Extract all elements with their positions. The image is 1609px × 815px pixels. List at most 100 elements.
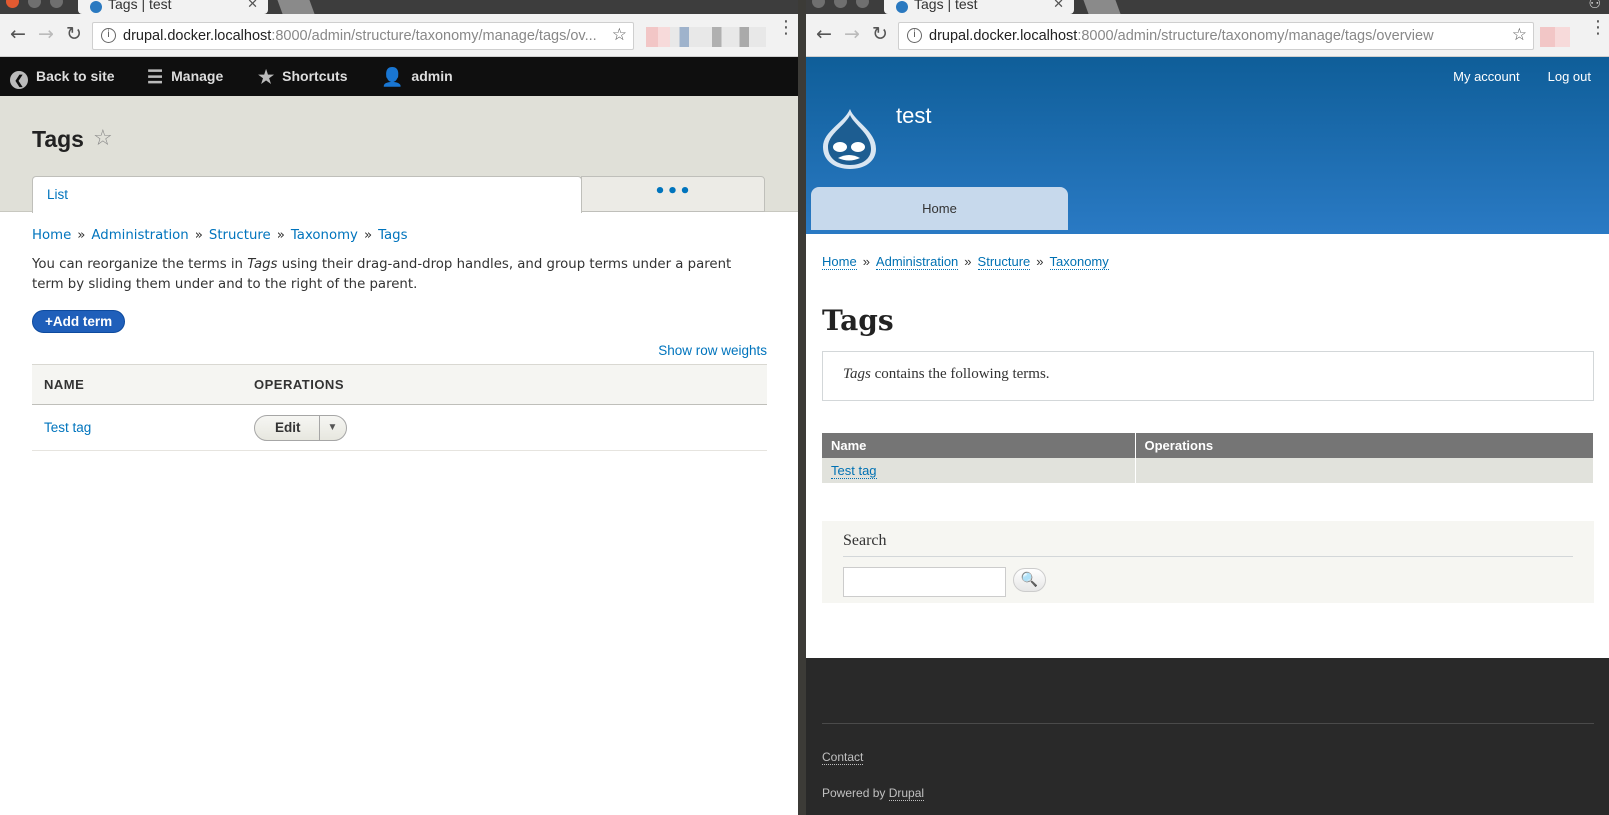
bookmark-star-icon[interactable]: ☆ bbox=[612, 25, 627, 45]
breadcrumb-home[interactable]: Home bbox=[32, 228, 71, 243]
column-header-operations: OPERATIONS bbox=[254, 377, 344, 392]
column-header-operations: Operations bbox=[1135, 433, 1594, 458]
tab-title: Tags | test bbox=[914, 0, 978, 12]
left-browser-window: Tags | test ✕ ← → ↻ i drupal.docker.loca… bbox=[0, 0, 798, 815]
chevron-left-circle-icon: ❮ bbox=[10, 71, 28, 89]
window-close-button[interactable] bbox=[812, 0, 825, 8]
search-button[interactable]: 🔍 bbox=[1013, 568, 1046, 592]
extensions-area[interactable] bbox=[646, 27, 766, 47]
url-text: drupal.docker.localhost:8000/admin/struc… bbox=[929, 28, 1434, 44]
browser-menu-icon[interactable]: ⋮ bbox=[777, 19, 795, 37]
browser-toolbar: ← → ↻ i drupal.docker.localhost:8000/adm… bbox=[0, 14, 798, 57]
browser-tab[interactable]: Tags | test ✕ bbox=[884, 0, 1074, 14]
browser-tab[interactable]: Tags | test ✕ bbox=[78, 0, 268, 14]
favorite-star-icon[interactable]: ☆ bbox=[93, 126, 113, 151]
breadcrumb-administration[interactable]: Administration bbox=[875, 254, 959, 270]
term-link[interactable]: Test tag bbox=[831, 463, 877, 479]
forward-icon[interactable]: → bbox=[840, 22, 864, 46]
address-bar[interactable]: i drupal.docker.localhost:8000/admin/str… bbox=[898, 22, 1534, 50]
table-row: Test tag bbox=[822, 458, 1594, 483]
main-menu-home[interactable]: Home bbox=[811, 187, 1068, 230]
drupal-favicon-icon bbox=[90, 1, 102, 13]
back-to-site-link[interactable]: ❮ Back to site bbox=[10, 57, 115, 96]
extensions-area[interactable] bbox=[1540, 27, 1570, 47]
browser-toolbar: ← → ↻ i drupal.docker.localhost:8000/adm… bbox=[806, 14, 1609, 57]
url-text: drupal.docker.localhost:8000/admin/struc… bbox=[123, 28, 597, 44]
my-account-link[interactable]: My account bbox=[1453, 69, 1519, 84]
operations-cell bbox=[1135, 458, 1594, 483]
breadcrumb-taxonomy[interactable]: Taxonomy bbox=[1049, 254, 1109, 270]
add-term-button[interactable]: +Add term bbox=[32, 310, 126, 333]
drupal-drop-logo[interactable] bbox=[820, 107, 878, 171]
window-close-button[interactable] bbox=[6, 0, 19, 8]
footer-divider bbox=[822, 723, 1594, 724]
page-title: Tags bbox=[32, 126, 84, 152]
search-input[interactable] bbox=[843, 567, 1006, 597]
star-icon: ★ bbox=[258, 67, 275, 87]
operations-dropbutton: Edit ▼ bbox=[254, 414, 347, 441]
window-maximize-button[interactable] bbox=[50, 0, 63, 8]
search-form: Search 🔍 bbox=[822, 521, 1594, 597]
breadcrumb-taxonomy[interactable]: Taxonomy bbox=[291, 228, 358, 243]
term-link[interactable]: Test tag bbox=[44, 420, 91, 435]
new-tab-button[interactable] bbox=[1083, 0, 1121, 14]
breadcrumb-administration[interactable]: Administration bbox=[91, 228, 188, 243]
dropdown-toggle-icon[interactable]: ▼ bbox=[320, 416, 346, 440]
terms-table: Name Operations Test tag bbox=[822, 433, 1594, 483]
site-header: My account Log out test Home bbox=[806, 57, 1609, 234]
new-tab-button[interactable] bbox=[277, 0, 315, 14]
log-out-link[interactable]: Log out bbox=[1548, 69, 1591, 84]
forward-icon[interactable]: → bbox=[34, 22, 58, 46]
address-bar[interactable]: i drupal.docker.localhost:8000/admin/str… bbox=[92, 22, 634, 50]
admin-toolbar: ❮ Back to site ☰ Manage ★ Shortcuts 👤 admin bbox=[0, 57, 798, 96]
back-icon[interactable]: ← bbox=[6, 22, 30, 46]
help-text: You can reorganize the terms in Tags usi… bbox=[32, 257, 732, 292]
user-menu: My account Log out bbox=[1425, 69, 1591, 84]
tab-close-icon[interactable]: ✕ bbox=[247, 0, 258, 12]
page-title: Tags bbox=[822, 304, 894, 337]
breadcrumb-structure[interactable]: Structure bbox=[209, 228, 271, 243]
tab-strip: Tags | test ✕ bbox=[0, 0, 798, 14]
breadcrumb: Home» Administration» Structure» Taxonomy» T… bbox=[32, 228, 408, 243]
right-browser-window: Tags | test ✕ ⚇ ← → ↻ i drupal.docker.lo… bbox=[806, 0, 1609, 815]
edit-button[interactable]: Edit bbox=[255, 415, 320, 440]
tab-strip: Tags | test ✕ ⚇ bbox=[806, 0, 1609, 14]
shortcuts-menu-item[interactable]: ★ Shortcuts bbox=[258, 57, 347, 96]
user-menu-item[interactable]: 👤 admin bbox=[381, 57, 453, 96]
user-icon: 👤 bbox=[381, 67, 404, 87]
site-footer: Contact Powered by Drupal bbox=[806, 658, 1609, 815]
column-header-name: Name bbox=[822, 433, 1136, 458]
window-maximize-button[interactable] bbox=[856, 0, 869, 8]
info-icon[interactable]: i bbox=[907, 28, 922, 43]
tabs-more-button[interactable]: ••• bbox=[581, 176, 765, 212]
breadcrumb: Home» Administration» Structure» Taxonomy bbox=[822, 254, 1109, 270]
drupal-favicon-icon bbox=[896, 1, 908, 13]
manage-menu-item[interactable]: ☰ Manage bbox=[147, 57, 223, 96]
browser-menu-icon[interactable]: ⋮ bbox=[1589, 19, 1607, 37]
show-row-weights-link[interactable]: Show row weights bbox=[658, 343, 767, 358]
site-name[interactable]: test bbox=[896, 103, 931, 129]
terms-table: NAME OPERATIONS Test tag Edit ▼ bbox=[32, 364, 767, 451]
breadcrumb-tags[interactable]: Tags bbox=[378, 228, 407, 243]
search-title: Search bbox=[843, 532, 887, 549]
tab-title: Tags | test bbox=[108, 0, 172, 12]
breadcrumb-home[interactable]: Home bbox=[822, 254, 857, 270]
search-icon: 🔍 bbox=[1020, 572, 1039, 588]
drupal-link[interactable]: Drupal bbox=[888, 786, 925, 801]
breadcrumb-structure[interactable]: Structure bbox=[977, 254, 1031, 270]
window-minimize-button[interactable] bbox=[834, 0, 847, 8]
table-row: Test tag Edit ▼ bbox=[32, 404, 767, 451]
reload-icon[interactable]: ↻ bbox=[868, 22, 892, 46]
hamburger-icon: ☰ bbox=[147, 67, 164, 87]
reload-icon[interactable]: ↻ bbox=[62, 22, 86, 46]
window-minimize-button[interactable] bbox=[28, 0, 41, 8]
window-divider bbox=[798, 0, 806, 815]
back-icon[interactable]: ← bbox=[812, 22, 836, 46]
tab-close-icon[interactable]: ✕ bbox=[1053, 0, 1064, 12]
column-header-name: NAME bbox=[44, 377, 85, 392]
info-icon[interactable]: i bbox=[101, 28, 116, 43]
bookmark-star-icon[interactable]: ☆ bbox=[1512, 25, 1527, 45]
incognito-icon: ⚇ bbox=[1588, 0, 1601, 12]
tab-list[interactable]: List bbox=[32, 176, 582, 213]
contact-link[interactable]: Contact bbox=[822, 750, 864, 765]
